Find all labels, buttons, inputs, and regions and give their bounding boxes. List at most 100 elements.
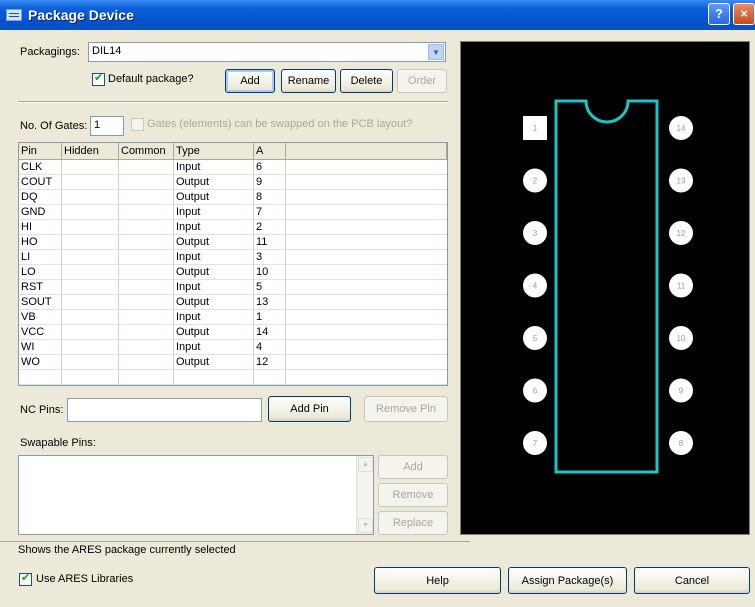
cell-common[interactable] [119,310,174,325]
table-row[interactable]: GND Input 7 [19,205,447,220]
gates-swap-checkbox[interactable] [131,118,144,131]
cell-common[interactable] [119,355,174,370]
cell-type[interactable]: Input [174,310,254,325]
cell-pin[interactable]: CLK [19,160,62,175]
header-a[interactable]: A [254,143,286,159]
order-button[interactable]: Order [397,69,447,93]
cell-type[interactable]: Input [174,220,254,235]
cell-type[interactable]: Output [174,325,254,340]
cell-type[interactable]: Input [174,280,254,295]
cell-pin[interactable]: VCC [19,325,62,340]
help-icon[interactable]: ? [708,3,730,25]
cell-pin[interactable]: RST [19,280,62,295]
table-row[interactable]: COUT Output 9 [19,175,447,190]
cell-hidden[interactable] [62,160,119,175]
swappable-pins-list[interactable]: ▲ ▼ [18,455,374,535]
cancel-button[interactable]: Cancel [634,567,750,594]
swap-remove-button[interactable]: Remove [378,483,448,507]
empty-cell[interactable] [62,370,119,385]
swap-add-button[interactable]: Add [378,455,448,479]
cell-a[interactable]: 14 [254,325,286,340]
empty-cell[interactable] [119,370,174,385]
cell-hidden[interactable] [62,190,119,205]
cell-type[interactable]: Input [174,250,254,265]
cell-common[interactable] [119,160,174,175]
cell-hidden[interactable] [62,220,119,235]
cell-type[interactable]: Output [174,175,254,190]
cell-type[interactable]: Output [174,295,254,310]
cell-hidden[interactable] [62,310,119,325]
add-pin-button[interactable]: Add Pin [268,396,351,422]
cell-a[interactable]: 12 [254,355,286,370]
cell-pin[interactable]: DQ [19,190,62,205]
empty-cell[interactable] [19,370,62,385]
empty-cell[interactable] [174,370,254,385]
cell-a[interactable]: 11 [254,235,286,250]
cell-common[interactable] [119,175,174,190]
use-ares-checkbox[interactable] [19,571,32,586]
cell-common[interactable] [119,280,174,295]
cell-pin[interactable]: WI [19,340,62,355]
cell-type[interactable]: Output [174,265,254,280]
scroll-up-icon[interactable]: ▲ [358,457,373,472]
table-row[interactable]: WI Input 4 [19,340,447,355]
cell-type[interactable]: Output [174,355,254,370]
table-row[interactable]: VCC Output 14 [19,325,447,340]
cell-a[interactable]: 2 [254,220,286,235]
assign-package-button[interactable]: Assign Package(s) [508,567,627,594]
cell-common[interactable] [119,205,174,220]
cell-a[interactable]: 8 [254,190,286,205]
header-type[interactable]: Type [174,143,254,159]
cell-a[interactable]: 13 [254,295,286,310]
gates-input[interactable]: 1 [90,116,124,136]
cell-pin[interactable]: LI [19,250,62,265]
delete-package-button[interactable]: Delete [340,69,393,93]
table-row[interactable]: VB Input 1 [19,310,447,325]
cell-hidden[interactable] [62,295,119,310]
table-row[interactable]: WO Output 12 [19,355,447,370]
cell-common[interactable] [119,295,174,310]
cell-hidden[interactable] [62,205,119,220]
nc-pins-input[interactable] [67,398,262,422]
cell-type[interactable]: Output [174,190,254,205]
cell-a[interactable]: 4 [254,340,286,355]
table-row[interactable]: LI Input 3 [19,250,447,265]
cell-hidden[interactable] [62,325,119,340]
empty-cell[interactable] [254,370,286,385]
cell-pin[interactable]: GND [19,205,62,220]
add-package-button[interactable]: Add [225,69,275,93]
cell-common[interactable] [119,220,174,235]
packagings-dropdown[interactable]: DIL14 ▼ [88,42,446,62]
cell-a[interactable]: 3 [254,250,286,265]
cell-a[interactable]: 6 [254,160,286,175]
cell-pin[interactable]: VB [19,310,62,325]
swap-replace-button[interactable]: Replace [378,511,448,535]
cell-hidden[interactable] [62,355,119,370]
cell-hidden[interactable] [62,340,119,355]
table-row[interactable]: HO Output 11 [19,235,447,250]
cell-common[interactable] [119,325,174,340]
cell-a[interactable]: 9 [254,175,286,190]
cell-type[interactable]: Output [174,235,254,250]
remove-pin-button[interactable]: Remove Pin [364,396,448,422]
cell-pin[interactable]: HO [19,235,62,250]
header-pin[interactable]: Pin [19,143,62,159]
table-row[interactable]: DQ Output 8 [19,190,447,205]
cell-pin[interactable]: LO [19,265,62,280]
cell-hidden[interactable] [62,250,119,265]
cell-type[interactable]: Input [174,160,254,175]
table-row[interactable]: RST Input 5 [19,280,447,295]
title-bar[interactable]: Package Device ? × [0,0,755,30]
cell-a[interactable]: 10 [254,265,286,280]
cell-hidden[interactable] [62,265,119,280]
table-row[interactable]: CLK Input 6 [19,160,447,175]
cell-common[interactable] [119,265,174,280]
scrollbar[interactable]: ▲ ▼ [356,456,373,534]
cell-type[interactable]: Input [174,340,254,355]
table-row[interactable]: SOUT Output 13 [19,295,447,310]
table-row[interactable]: LO Output 10 [19,265,447,280]
cell-type[interactable]: Input [174,205,254,220]
cell-hidden[interactable] [62,280,119,295]
close-icon[interactable]: × [733,3,755,25]
empty-cell[interactable] [286,370,447,385]
